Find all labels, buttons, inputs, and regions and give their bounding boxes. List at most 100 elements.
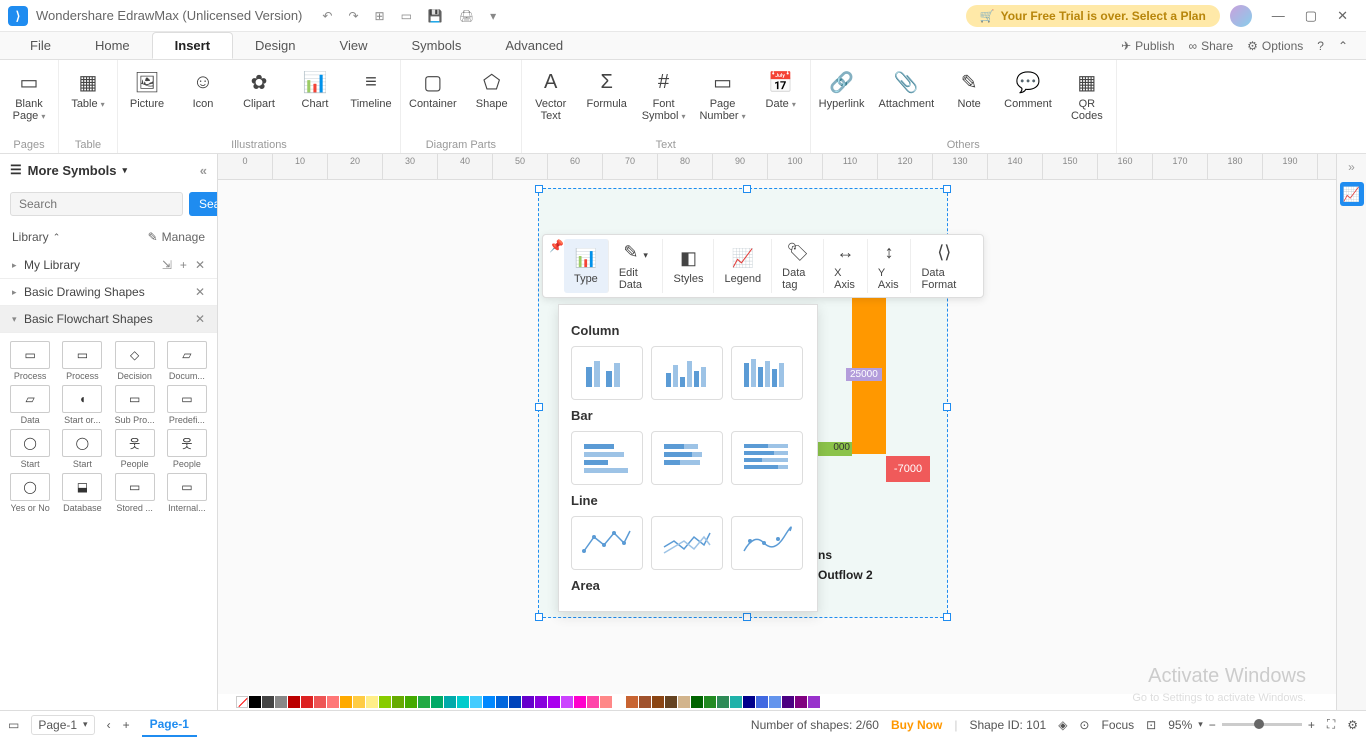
prev-page-icon[interactable]: ‹ (107, 718, 111, 732)
resize-handle[interactable] (743, 613, 751, 621)
resize-handle[interactable] (943, 403, 951, 411)
ribbon-tool-hyperlink[interactable]: 🔗Hyperlink (819, 66, 865, 137)
color-swatch[interactable] (262, 696, 274, 708)
trial-banner[interactable]: 🛒 Your Free Trial is over. Select a Plan (966, 5, 1220, 27)
shape-database[interactable]: ⬓Database (58, 473, 106, 513)
focus-label[interactable]: Focus (1101, 718, 1134, 732)
my-library-item[interactable]: ▸ My Library ⇲ + ✕ (0, 252, 217, 279)
add-icon[interactable]: + (180, 258, 187, 272)
buy-now-button[interactable]: Buy Now (891, 718, 942, 732)
shape-people[interactable]: 웃People (111, 429, 159, 469)
close-cat-icon[interactable]: ✕ (195, 285, 205, 299)
shape-predefi-[interactable]: ▭Predefi... (163, 385, 211, 425)
collapse-ribbon-icon[interactable]: ⌃ (1338, 39, 1348, 53)
expand-panel-icon[interactable]: » (1348, 160, 1355, 174)
shape-sub-pro-[interactable]: ▭Sub Pro... (111, 385, 159, 425)
color-swatch[interactable] (379, 696, 391, 708)
color-swatch[interactable] (366, 696, 378, 708)
column-percent[interactable] (731, 346, 803, 400)
shape-stored-[interactable]: ▭Stored ... (111, 473, 159, 513)
fit-icon[interactable]: ⊡ (1146, 718, 1156, 732)
search-input[interactable] (10, 192, 183, 216)
menu-file[interactable]: File (8, 32, 73, 59)
layers-icon[interactable]: ◈ (1058, 718, 1067, 732)
color-swatch[interactable] (743, 696, 755, 708)
ribbon-tool-blank-page[interactable]: ▭BlankPage ▾ (8, 66, 50, 137)
color-swatch[interactable] (808, 696, 820, 708)
shape-yes-or-no[interactable]: ◯Yes or No (6, 473, 54, 513)
redo-icon[interactable]: ↷ (348, 9, 358, 23)
color-swatch[interactable] (691, 696, 703, 708)
color-swatch[interactable] (756, 696, 768, 708)
ribbon-tool-comment[interactable]: 💬Comment (1004, 66, 1052, 137)
no-color-icon[interactable] (236, 696, 248, 708)
cat-basic-drawing[interactable]: ▸ Basic Drawing Shapes ✕ (0, 279, 217, 306)
open-icon[interactable]: ▭ (401, 9, 412, 23)
shape-internal-[interactable]: ▭Internal... (163, 473, 211, 513)
color-swatch[interactable] (522, 696, 534, 708)
color-swatch[interactable] (275, 696, 287, 708)
color-swatch[interactable] (288, 696, 300, 708)
manage-button[interactable]: ✎ Manage (148, 230, 205, 244)
ribbon-tool-page-number[interactable]: ▭PageNumber ▾ (699, 66, 745, 137)
page-selector[interactable]: Page-1 ▾ (31, 715, 94, 735)
color-swatch[interactable] (600, 696, 612, 708)
ribbon-tool-qr-codes[interactable]: ▦QRCodes (1066, 66, 1108, 137)
qat-more-icon[interactable]: ▾ (490, 9, 496, 23)
column-stacked[interactable] (651, 346, 723, 400)
color-swatch[interactable] (353, 696, 365, 708)
color-swatch[interactable] (717, 696, 729, 708)
chart-tool-y-axis[interactable]: ↕Y Axis (868, 239, 912, 293)
zoom-slider[interactable] (1222, 723, 1302, 726)
ribbon-tool-chart[interactable]: 📊Chart (294, 66, 336, 137)
color-swatch[interactable] (704, 696, 716, 708)
hamburger-icon[interactable]: ☰ (10, 162, 22, 178)
library-up-icon[interactable]: ⌃ (53, 232, 61, 243)
line-smooth[interactable] (731, 516, 803, 570)
resize-handle[interactable] (535, 613, 543, 621)
print-icon[interactable]: 🖨 (459, 9, 474, 23)
resize-handle[interactable] (535, 185, 543, 193)
color-swatch[interactable] (678, 696, 690, 708)
ribbon-tool-shape[interactable]: ⬠Shape (471, 66, 513, 137)
settings-icon[interactable]: ⚙ (1347, 718, 1358, 732)
shape-decision[interactable]: ◇Decision (111, 341, 159, 381)
close-button[interactable]: ✕ (1327, 8, 1358, 24)
chart-tool-x-axis[interactable]: ↔X Axis (824, 239, 868, 293)
shape-start[interactable]: ◯Start (6, 429, 54, 469)
shape-process[interactable]: ▭Process (58, 341, 106, 381)
undo-icon[interactable]: ↶ (322, 9, 332, 23)
color-swatch[interactable] (392, 696, 404, 708)
line-basic[interactable] (571, 516, 643, 570)
publish-button[interactable]: ✈ Publish (1121, 39, 1174, 53)
ribbon-tool-note[interactable]: ✎Note (948, 66, 990, 137)
minimize-button[interactable]: — (1262, 8, 1295, 23)
page-tab-active[interactable]: Page-1 (142, 713, 197, 737)
ribbon-tool-attachment[interactable]: 📎Attachment (879, 66, 935, 137)
chart-tool-type[interactable]: 📊Type (564, 239, 609, 293)
ribbon-tool-table[interactable]: ▦Table ▾ (67, 66, 109, 137)
ribbon-tool-icon[interactable]: ☺Icon (182, 66, 224, 137)
color-swatch[interactable] (535, 696, 547, 708)
color-swatch[interactable] (548, 696, 560, 708)
collapse-panel-icon[interactable]: « (200, 163, 207, 178)
color-swatch[interactable] (730, 696, 742, 708)
chart-tool-styles[interactable]: ◧Styles (663, 239, 714, 293)
color-swatch[interactable] (444, 696, 456, 708)
menu-advanced[interactable]: Advanced (483, 32, 585, 59)
color-swatch[interactable] (652, 696, 664, 708)
ribbon-tool-date[interactable]: 📅Date ▾ (760, 66, 802, 137)
options-button[interactable]: ⚙ Options (1247, 39, 1303, 53)
color-swatch[interactable] (483, 696, 495, 708)
zoom-out-icon[interactable]: − (1209, 718, 1216, 732)
ribbon-tool-picture[interactable]: 🖼Picture (126, 66, 168, 137)
dropdown-icon[interactable]: ▾ (123, 165, 128, 176)
resize-handle[interactable] (743, 185, 751, 193)
menu-design[interactable]: Design (233, 32, 317, 59)
chart-tool-data-format[interactable]: ⟨⟩Data Format (911, 239, 977, 293)
color-swatch[interactable] (405, 696, 417, 708)
chart-tool-edit-data[interactable]: ✎ ▾Edit Data (609, 239, 664, 293)
shape-process[interactable]: ▭Process (6, 341, 54, 381)
shape-start-or-[interactable]: ◖Start or... (58, 385, 106, 425)
chart-properties-icon[interactable]: 📈 (1340, 182, 1364, 206)
